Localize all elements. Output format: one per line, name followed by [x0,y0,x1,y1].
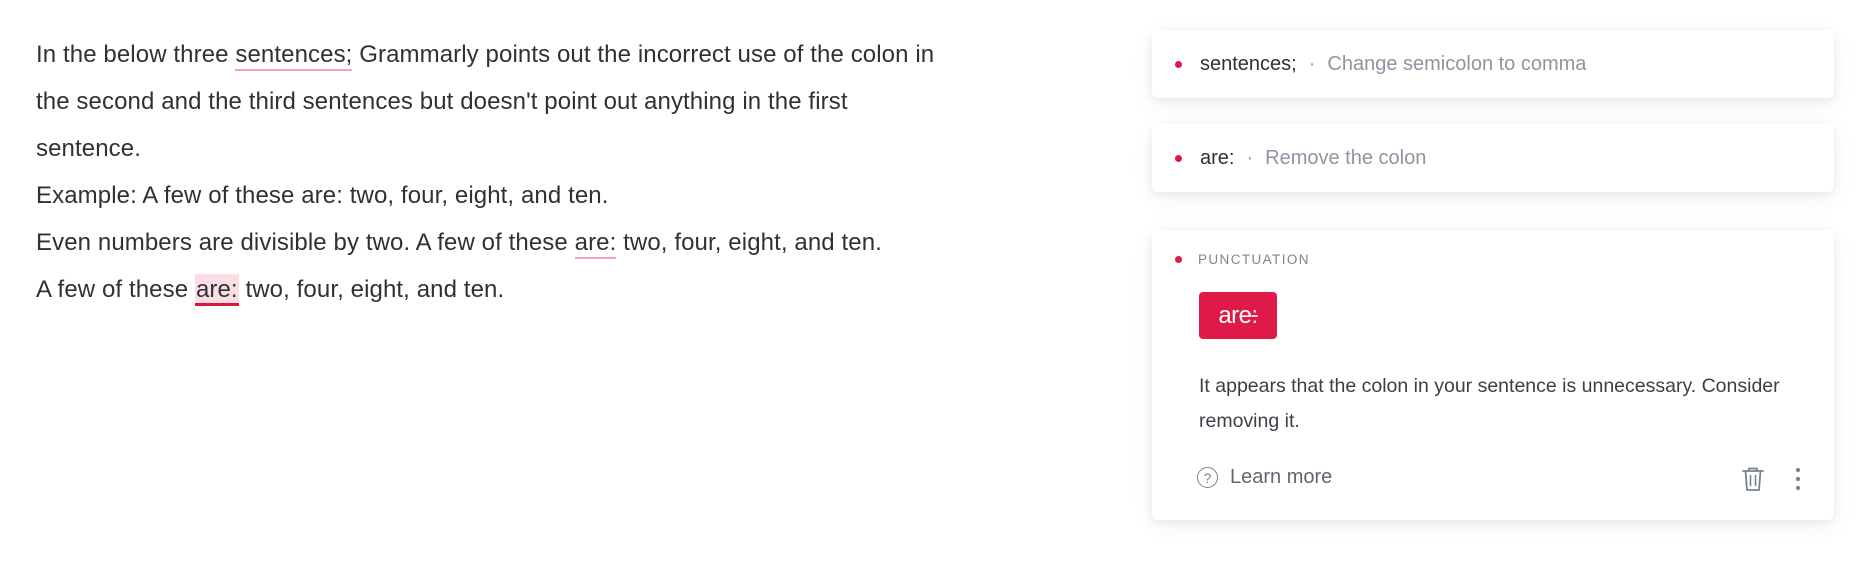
flagged-word-are-active[interactable]: are: [194,274,239,306]
alert-dot-icon [1175,256,1182,263]
accept-fix-button[interactable]: are: [1199,292,1277,339]
category-label: PUNCTUATION [1198,252,1310,267]
paragraph-4: A few of these are: two, four, eight, an… [36,266,936,313]
text-run: Even numbers are divisible by two. A few… [36,229,575,256]
alert-dot-icon [1175,154,1182,162]
paragraph-3: Even numbers are divisible by two. A few… [36,219,936,266]
chip-removed-colon: : [1251,301,1259,329]
suggestion-card-semicolon[interactable]: sentences; · Change semicolon to comma [1152,30,1834,98]
learn-more-label: Learn more [1230,466,1333,488]
paragraph-2: Example: A few of these are: two, four, … [36,182,609,209]
trash-icon[interactable] [1740,465,1766,493]
card-flagged-word: sentences; [1200,52,1297,75]
learn-more-link[interactable]: ? Learn more [1197,466,1332,489]
text-run: two, four, eight, and ten. [238,276,505,303]
question-circle-icon: ? [1197,467,1218,488]
flagged-word-sentences[interactable]: sentences; [235,41,353,71]
explanation-text: It appears that the colon in your senten… [1199,375,1780,432]
category-header: PUNCTUATION [1175,252,1310,267]
text-run: A few of these [36,276,195,303]
paragraph-1: In the below three sentences; Grammarly … [36,31,936,172]
more-options-icon[interactable] [1794,466,1802,492]
card-separator: · [1308,52,1316,75]
card-suggestion-text: Change semicolon to comma [1327,52,1587,75]
text-run: In the below three [36,41,236,68]
card-suggestion-text: Remove the colon [1265,146,1427,169]
document-editor[interactable]: In the below three sentences; Grammarly … [36,31,936,313]
text-run: two, four, eight, and ten. [616,229,882,256]
card-flagged-word: are: [1200,146,1235,169]
chip-word: are [1218,301,1252,329]
expanded-suggestion-card: PUNCTUATION are: It appears that the col… [1152,230,1834,520]
alert-dot-icon [1175,60,1182,68]
card-separator: · [1246,146,1254,169]
suggestion-card-colon[interactable]: are: · Remove the colon [1152,124,1834,192]
flagged-word-are-1[interactable]: are: [574,229,617,259]
